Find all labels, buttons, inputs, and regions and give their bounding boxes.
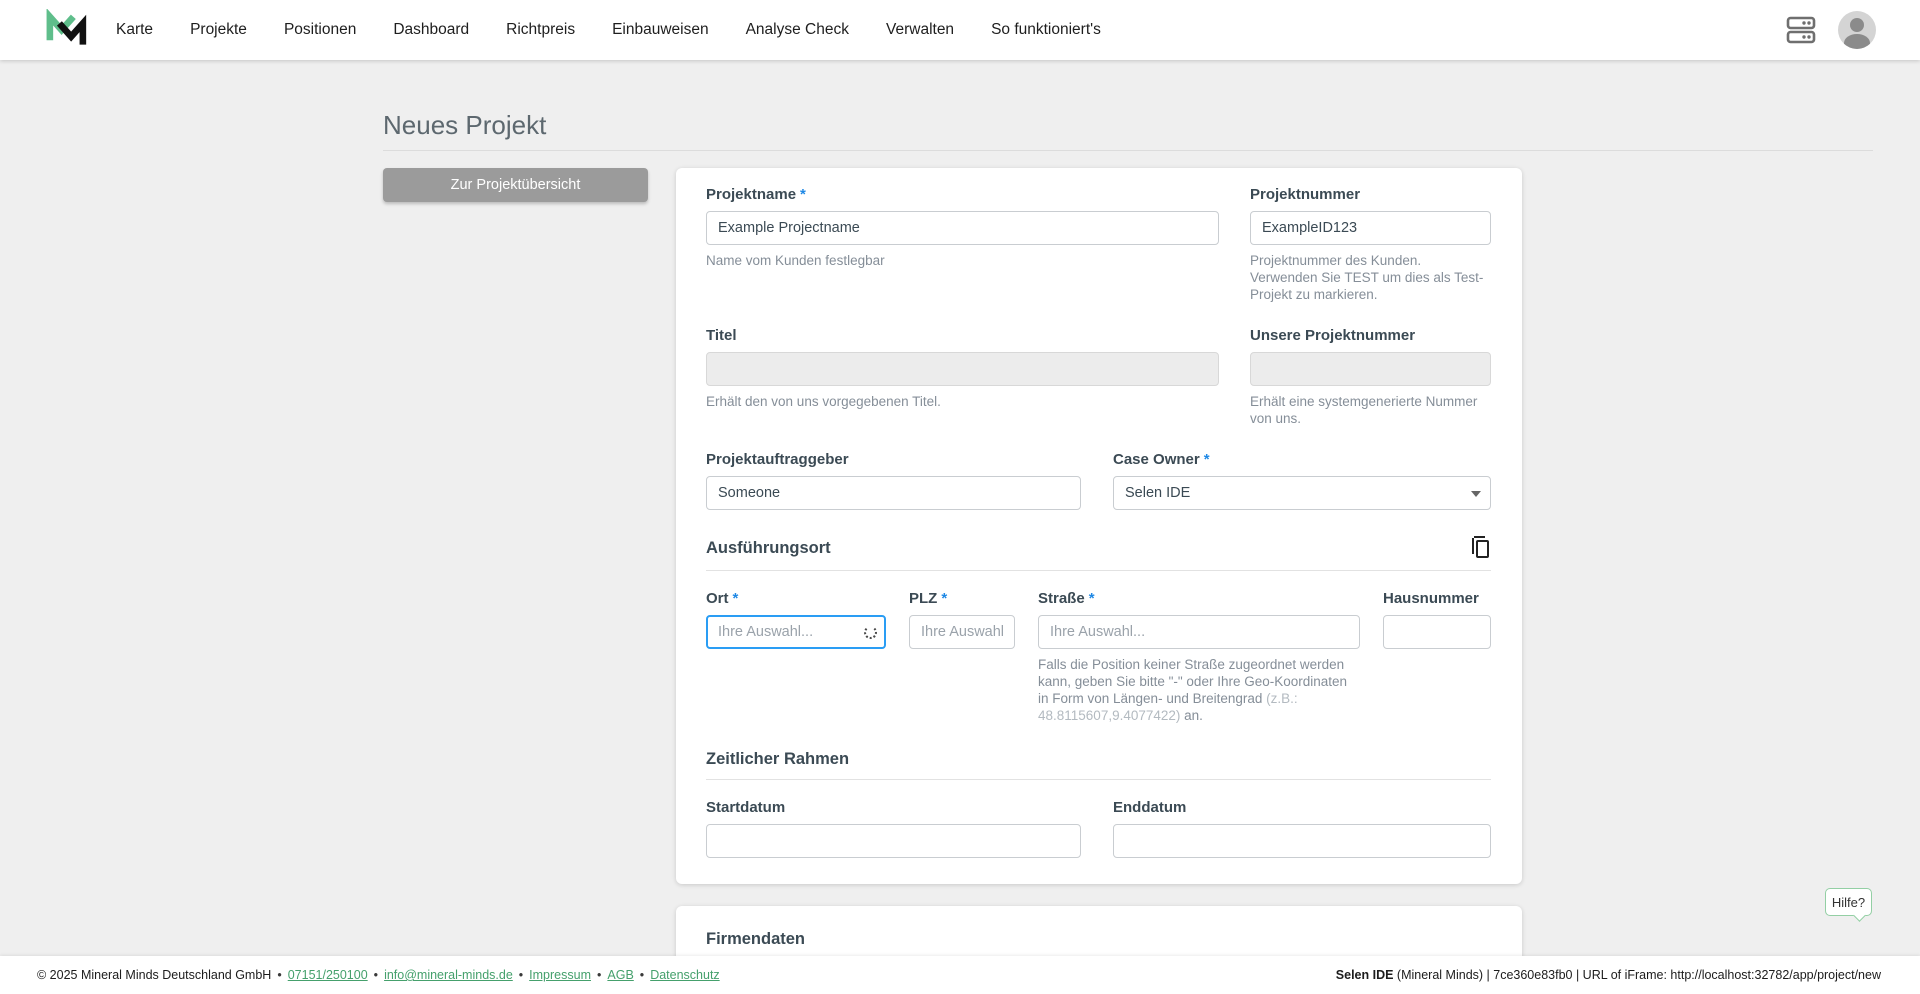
help-button[interactable]: Hilfe? bbox=[1825, 888, 1872, 916]
enddatum-label: Enddatum bbox=[1113, 799, 1187, 816]
strasse-hint: Falls die Position keiner Straße zugeord… bbox=[1038, 657, 1348, 723]
projektname-label: Projektname bbox=[706, 186, 797, 203]
required-asterisk: * bbox=[732, 590, 739, 607]
unsere-projektnummer-hint: Erhält eine systemgenerierte Nummer von … bbox=[1250, 394, 1478, 426]
strasse-label: Straße bbox=[1038, 590, 1085, 607]
top-navbar: Karte Projekte Positionen Dashboard Rich… bbox=[0, 0, 1920, 60]
projektname-hint: Name vom Kunden festlegbar bbox=[706, 253, 885, 268]
titel-label: Titel bbox=[706, 327, 737, 344]
footer: © 2025 Mineral Minds Deutschland GmbH • 07… bbox=[0, 956, 1920, 994]
strasse-input[interactable] bbox=[1038, 615, 1360, 649]
firmendaten-card: Firmendaten bbox=[676, 906, 1522, 956]
nav-item-so-funktionierts[interactable]: So funktioniert's bbox=[991, 21, 1101, 39]
footer-link-phone[interactable]: 07151/250100 bbox=[288, 968, 368, 982]
projektname-input[interactable] bbox=[706, 211, 1219, 245]
nav-item-einbauweisen[interactable]: Einbauweisen bbox=[612, 21, 709, 39]
nav-item-verwalten[interactable]: Verwalten bbox=[886, 21, 954, 39]
project-form-card: Projektname* Name vom Kunden festlegbar … bbox=[676, 168, 1522, 884]
projektnummer-hint: Projektnummer des Kunden. Verwenden Sie … bbox=[1250, 253, 1484, 302]
brand-logo[interactable] bbox=[44, 9, 88, 51]
unsere-projektnummer-input bbox=[1250, 352, 1491, 386]
titel-input bbox=[706, 352, 1219, 386]
case-owner-label: Case Owner bbox=[1113, 451, 1200, 468]
footer-left: © 2025 Mineral Minds Deutschland GmbH • 07… bbox=[37, 968, 720, 982]
nav-item-projekte[interactable]: Projekte bbox=[190, 21, 247, 39]
plz-input[interactable] bbox=[909, 615, 1015, 649]
back-to-project-overview-button[interactable]: Zur Projektübersicht bbox=[383, 168, 648, 202]
required-asterisk: * bbox=[1088, 590, 1095, 607]
session-details: (Mineral Minds) | 7ce360e83fb0 | URL of … bbox=[1393, 968, 1881, 982]
main-content: Neues Projekt Zur Projektübersicht Proje… bbox=[0, 60, 1920, 956]
nav-item-analyse-check[interactable]: Analyse Check bbox=[746, 21, 849, 39]
nav-item-dashboard[interactable]: Dashboard bbox=[393, 21, 469, 39]
projektauftraggeber-input[interactable] bbox=[706, 476, 1081, 510]
mineral-minds-logo-icon bbox=[46, 9, 87, 45]
nav-item-richtpreis[interactable]: Richtpreis bbox=[506, 21, 575, 39]
caret-down-icon bbox=[1471, 491, 1481, 497]
section-title-firmendaten: Firmendaten bbox=[706, 930, 806, 948]
session-info: Selen IDE (Mineral Minds) | 7ce360e83fb0… bbox=[1336, 968, 1881, 982]
projektnummer-input[interactable] bbox=[1250, 211, 1491, 245]
required-asterisk: * bbox=[941, 590, 948, 607]
section-title-ausfuehrungsort: Ausführungsort bbox=[706, 538, 831, 557]
copyright-text: © 2025 Mineral Minds Deutschland GmbH bbox=[37, 968, 272, 982]
loading-spinner-icon bbox=[864, 626, 877, 639]
footer-link-datenschutz[interactable]: Datenschutz bbox=[650, 968, 719, 982]
copy-icon bbox=[1472, 536, 1489, 558]
session-user: Selen IDE bbox=[1335, 968, 1394, 982]
footer-link-email[interactable]: info@mineral-minds.de bbox=[384, 968, 513, 982]
projektauftraggeber-label: Projektauftraggeber bbox=[706, 451, 849, 468]
plz-label: PLZ bbox=[909, 590, 938, 607]
hausnummer-label: Hausnummer bbox=[1383, 590, 1479, 607]
section-title-zeitlicher-rahmen: Zeitlicher Rahmen bbox=[706, 750, 850, 768]
startdatum-label: Startdatum bbox=[706, 799, 786, 816]
titel-hint: Erhält den von uns vorgegebenen Titel. bbox=[706, 394, 941, 409]
footer-link-agb[interactable]: AGB bbox=[607, 968, 633, 982]
startdatum-input[interactable] bbox=[706, 824, 1081, 858]
required-asterisk: * bbox=[800, 186, 806, 203]
hausnummer-input[interactable] bbox=[1383, 615, 1491, 649]
avatar-person-icon bbox=[1850, 18, 1864, 32]
case-owner-select[interactable]: Selen IDE bbox=[1113, 476, 1491, 510]
server-icon[interactable] bbox=[1786, 14, 1816, 46]
page-title: Neues Projekt bbox=[383, 110, 1873, 151]
nav-item-positionen[interactable]: Positionen bbox=[284, 21, 356, 39]
footer-link-impressum[interactable]: Impressum bbox=[529, 968, 591, 982]
copy-location-button[interactable] bbox=[1469, 536, 1491, 560]
projektnummer-label: Projektnummer bbox=[1250, 186, 1361, 203]
unsere-projektnummer-label: Unsere Projektnummer bbox=[1250, 327, 1416, 344]
required-asterisk: * bbox=[1203, 451, 1210, 468]
enddatum-input[interactable] bbox=[1113, 824, 1491, 858]
main-nav: Karte Projekte Positionen Dashboard Rich… bbox=[116, 21, 1101, 39]
user-avatar[interactable] bbox=[1838, 11, 1876, 49]
case-owner-selected-value: Selen IDE bbox=[1125, 485, 1191, 501]
ort-input[interactable] bbox=[706, 615, 886, 649]
nav-item-karte[interactable]: Karte bbox=[116, 21, 153, 39]
ort-label: Ort bbox=[706, 590, 729, 607]
